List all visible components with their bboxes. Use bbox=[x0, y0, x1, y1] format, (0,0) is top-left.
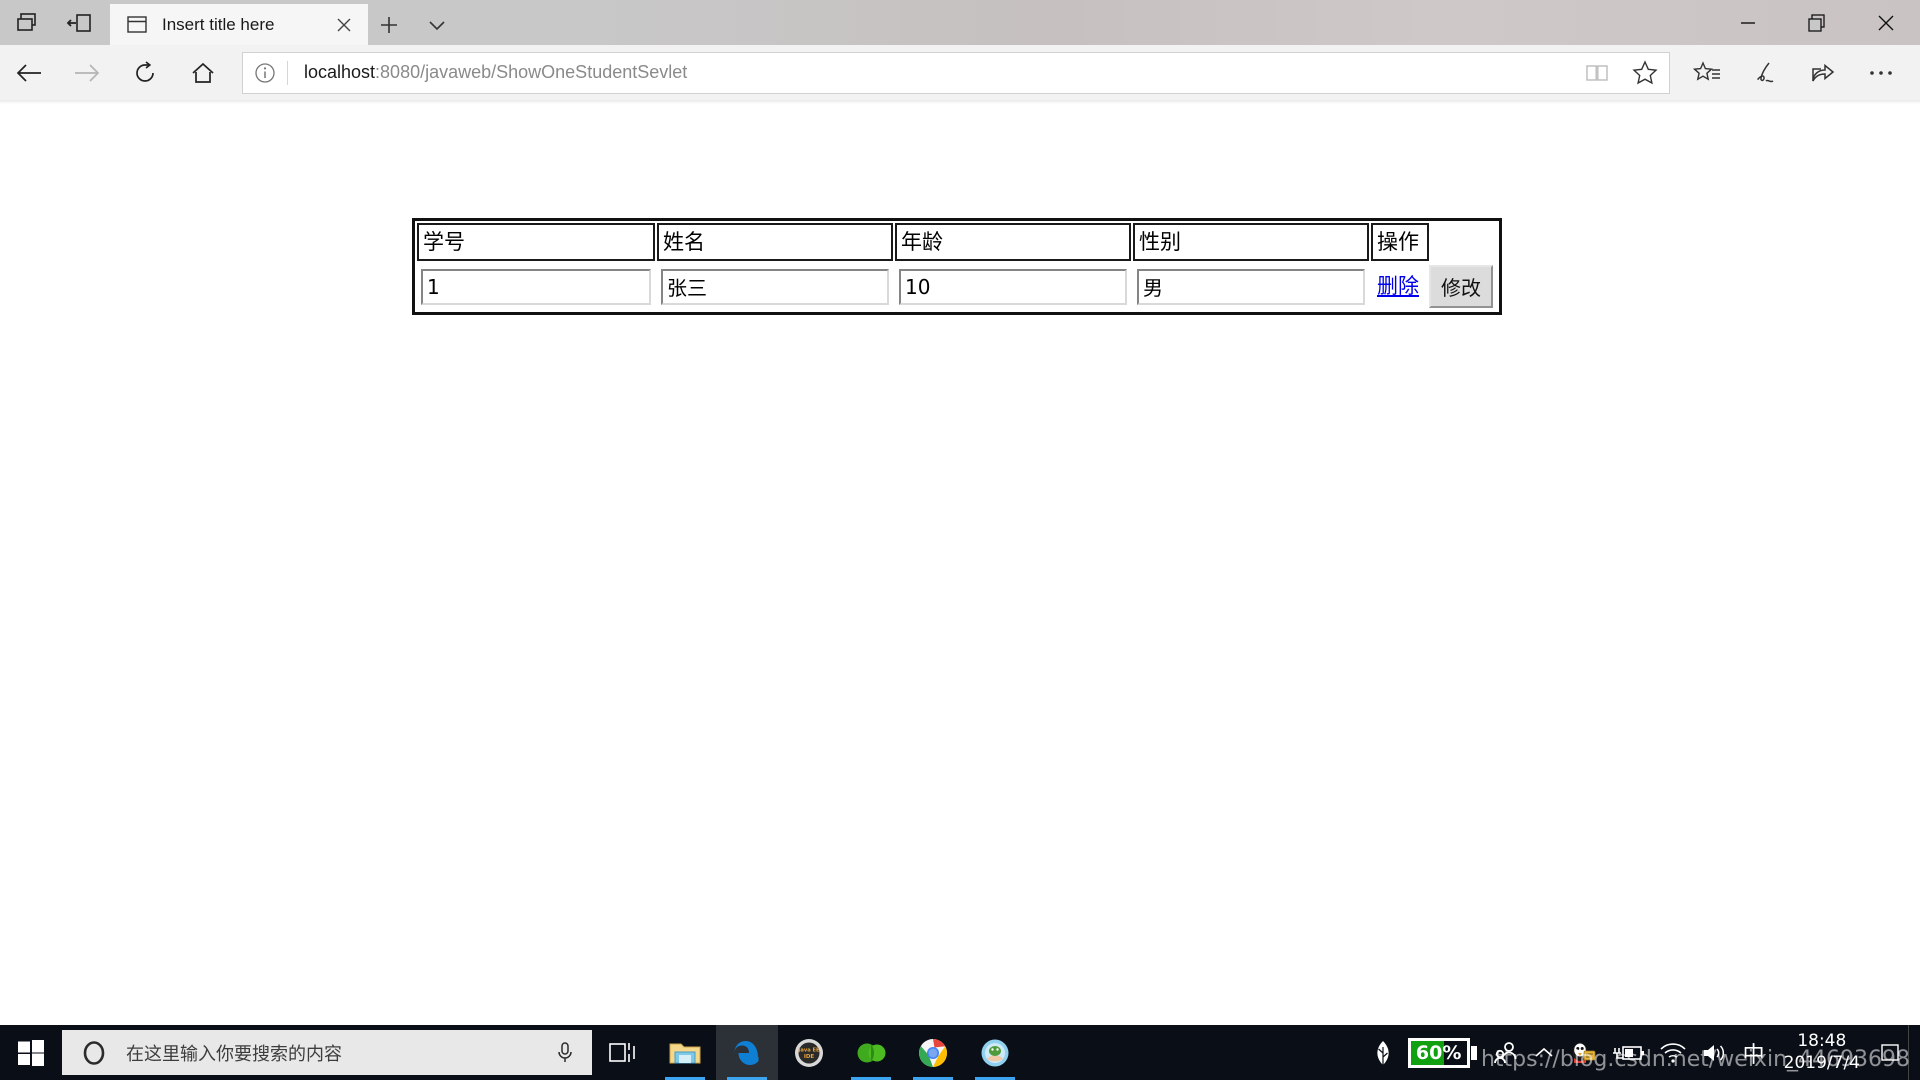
favorite-star-icon[interactable] bbox=[1621, 53, 1669, 93]
header-cell-spacer bbox=[1431, 223, 1497, 261]
browser-tab[interactable]: Insert title here bbox=[110, 4, 368, 45]
svg-text:Java EE: Java EE bbox=[797, 1047, 820, 1053]
home-icon[interactable] bbox=[174, 51, 232, 95]
close-tab-icon[interactable] bbox=[330, 11, 358, 39]
clock[interactable]: 18:48 2019/7/4 bbox=[1772, 1031, 1872, 1074]
taskbar: 在这里输入你要搜索的内容 Java EE IDE 60% 中 18:48 201… bbox=[0, 1025, 1920, 1080]
taskbar-item-navicat[interactable] bbox=[840, 1025, 902, 1080]
window-controls bbox=[1713, 0, 1920, 45]
more-settings-icon[interactable] bbox=[1852, 51, 1910, 95]
url-path: :8080/javaweb/ShowOneStudentSevlet bbox=[375, 62, 688, 82]
student-gender-input[interactable] bbox=[1137, 268, 1365, 305]
microphone-icon[interactable] bbox=[552, 1040, 578, 1066]
volume-icon[interactable] bbox=[1694, 1025, 1736, 1080]
notification-center-icon[interactable] bbox=[1872, 1025, 1908, 1080]
taskbar-item-file-explorer[interactable] bbox=[654, 1025, 716, 1080]
qq-penguin-icon[interactable] bbox=[1562, 1025, 1604, 1080]
taskbar-item-microsoft-edge[interactable] bbox=[716, 1025, 778, 1080]
ime-mode-label: 中 bbox=[1742, 1042, 1765, 1068]
battery-saver-icon[interactable] bbox=[1365, 1025, 1401, 1080]
browser-window: Insert title here localhost:8080/javaweb… bbox=[0, 0, 1920, 1080]
header-cell-age: 年龄 bbox=[895, 223, 1131, 261]
cortana-icon bbox=[80, 1039, 108, 1067]
student-id-input[interactable] bbox=[421, 268, 651, 305]
header-cell-gender: 性别 bbox=[1133, 223, 1369, 261]
clock-date: 2019/7/4 bbox=[1783, 1052, 1860, 1073]
web-note-pen-icon[interactable] bbox=[1736, 51, 1794, 95]
show-hidden-icons-chevron[interactable] bbox=[1526, 1025, 1562, 1080]
wifi-icon[interactable] bbox=[1652, 1025, 1694, 1080]
new-tab-button[interactable] bbox=[368, 4, 410, 45]
taskbar-item-apache-tomcat[interactable] bbox=[964, 1025, 1026, 1080]
cell-student-gender bbox=[1133, 263, 1369, 310]
minimize-button[interactable] bbox=[1713, 0, 1782, 45]
search-input-placeholder[interactable]: 在这里输入你要搜索的内容 bbox=[126, 1040, 552, 1066]
cell-student-age bbox=[895, 263, 1131, 310]
set-tabs-aside-icon[interactable] bbox=[62, 6, 96, 40]
viewport-top-shadow bbox=[0, 100, 1920, 104]
address-bar[interactable]: localhost:8080/javaweb/ShowOneStudentSev… bbox=[242, 51, 1670, 94]
student-name-input[interactable] bbox=[661, 268, 889, 305]
chevron-down-icon[interactable] bbox=[416, 4, 458, 45]
header-cell-name: 姓名 bbox=[657, 223, 893, 261]
system-tray: 60% 中 18:48 2019/7/4 bbox=[1365, 1025, 1920, 1080]
table-header-row: 学号 姓名 年龄 性别 操作 bbox=[417, 223, 1497, 261]
taskbar-item-java-ee-ide[interactable]: Java EE IDE bbox=[778, 1025, 840, 1080]
table-row: 删除修改 bbox=[417, 263, 1497, 310]
people-icon[interactable] bbox=[1484, 1025, 1526, 1080]
share-icon[interactable] bbox=[1794, 51, 1852, 95]
url-host: localhost bbox=[304, 62, 376, 82]
show-desktop-button[interactable] bbox=[1908, 1025, 1916, 1080]
student-table: 学号 姓名 年龄 性别 操作 1 张三 10 男 删除 修改 bbox=[412, 218, 1502, 315]
header-cell-action: 操作 bbox=[1371, 223, 1429, 261]
search-box[interactable]: 在这里输入你要搜索的内容 bbox=[62, 1030, 592, 1075]
cell-student-id bbox=[417, 263, 655, 310]
title-bar-left-icons bbox=[0, 0, 96, 45]
back-arrow-icon[interactable] bbox=[0, 51, 58, 95]
task-view-icon[interactable] bbox=[592, 1025, 654, 1080]
header-cell-id: 学号 bbox=[417, 223, 655, 261]
tab-preview-icon[interactable] bbox=[10, 6, 44, 40]
tab-title: Insert title here bbox=[162, 14, 275, 34]
page-viewport: 学号 姓名 年龄 性别 操作 1 张三 10 男 删除 修改 bbox=[0, 100, 1920, 1025]
battery-icon: 60% bbox=[1407, 1037, 1470, 1068]
clock-time: 18:48 bbox=[1797, 1031, 1847, 1052]
start-button-icon[interactable] bbox=[0, 1025, 62, 1080]
hub-favorites-icon[interactable] bbox=[1678, 51, 1736, 95]
navigation-bar: localhost:8080/javaweb/ShowOneStudentSev… bbox=[0, 45, 1920, 100]
ime-indicator[interactable]: 中 bbox=[1736, 1025, 1772, 1080]
svg-text:IDE: IDE bbox=[804, 1054, 815, 1060]
battery-terminal bbox=[1470, 1045, 1477, 1060]
browser-action-icons bbox=[1678, 51, 1920, 95]
restore-button[interactable] bbox=[1782, 0, 1851, 45]
battery-status[interactable]: 60% bbox=[1401, 1025, 1484, 1080]
url-text: localhost:8080/javaweb/ShowOneStudentSev… bbox=[288, 62, 1573, 83]
reading-view-icon[interactable] bbox=[1573, 53, 1621, 93]
modify-button[interactable]: 修改 bbox=[1429, 265, 1493, 308]
address-bar-icons bbox=[1573, 53, 1669, 93]
cell-student-name bbox=[657, 263, 893, 310]
refresh-icon[interactable] bbox=[116, 51, 174, 95]
power-plug-icon[interactable] bbox=[1604, 1025, 1652, 1080]
taskbar-app-icons: Java EE IDE bbox=[592, 1025, 1026, 1080]
delete-link[interactable]: 删除 bbox=[1375, 269, 1421, 304]
cell-actions: 删除 修改 bbox=[1371, 263, 1497, 310]
battery-percent-label: 60% bbox=[1415, 1041, 1462, 1064]
tab-page-icon bbox=[126, 14, 148, 36]
taskbar-item-google-chrome[interactable] bbox=[902, 1025, 964, 1080]
title-bar: Insert title here bbox=[0, 0, 1920, 45]
close-button[interactable] bbox=[1851, 0, 1920, 45]
student-age-input[interactable] bbox=[899, 268, 1127, 305]
forward-arrow-icon bbox=[58, 51, 116, 95]
site-info-icon[interactable] bbox=[243, 53, 287, 93]
